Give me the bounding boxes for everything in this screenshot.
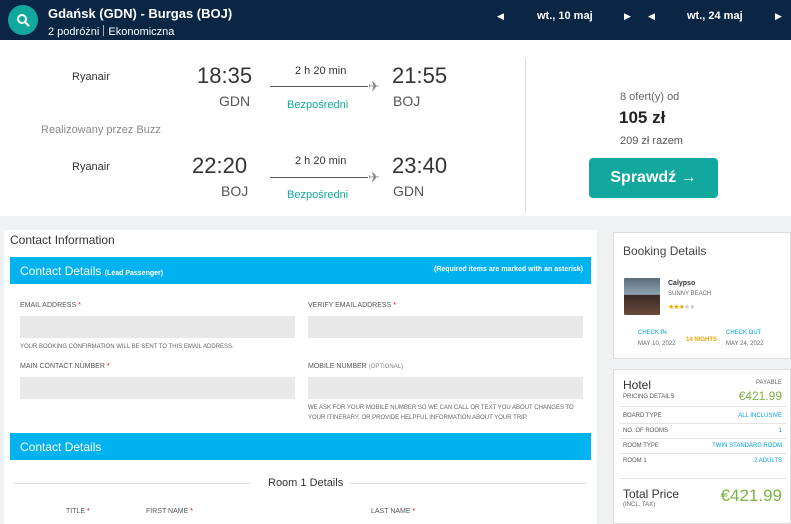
inbound-stops: Bezpośredni xyxy=(287,189,349,201)
contact-details-header: Contact Details (Lead Passenger) (Requir… xyxy=(10,257,591,284)
room-title: Room 1 Details xyxy=(268,477,344,489)
outbound-dep-code: GDN xyxy=(219,93,251,109)
booking-title: Booking Details xyxy=(623,244,707,258)
search-icon xyxy=(17,14,30,27)
row-label: ROOM 1 xyxy=(623,458,647,464)
inbound-dep-time: 22:20 xyxy=(192,153,248,178)
first-name-label: FIRST NAME * xyxy=(146,508,193,515)
hotel-name: Calypso xyxy=(668,280,696,287)
star-rating: ★★★★★ xyxy=(668,303,695,311)
email-field[interactable] xyxy=(20,316,295,338)
operated-by: Realizowany przez Buzz xyxy=(41,124,161,136)
check-out-label: CHECK OUT xyxy=(726,330,762,336)
hotel-image xyxy=(624,278,660,315)
inbound-dep-code: BOJ xyxy=(221,183,249,199)
mobile-help: WE ASK FOR YOUR MOBILE NUMBER SO WE CAN … xyxy=(308,405,574,421)
payable-label: PAYABLE xyxy=(755,380,782,386)
offer-price: 105 zł xyxy=(619,108,666,127)
email-label: EMAIL ADDRESS * xyxy=(20,302,81,309)
outbound-airline: Ryanair xyxy=(72,71,110,83)
search-summary-bar: Gdańsk (GDN) - Burgas (BOJ) 2 podróżni Ek… xyxy=(0,0,791,40)
nights-count: 14 NIGHTS xyxy=(686,337,718,343)
contact-details-header-2: Contact Details xyxy=(10,433,591,460)
total-price-value: €421.99 xyxy=(720,486,782,505)
outbound-dep-time: 18:35 xyxy=(197,63,253,88)
main-number-field[interactable] xyxy=(20,377,295,399)
required-note: (Required items are marked with an aster… xyxy=(434,266,583,273)
check-in-date: MAY 10, 2022 xyxy=(638,341,676,347)
pricing-details-label: PRICING DETAILS xyxy=(623,394,675,400)
inbound-arr-time: 23:40 xyxy=(392,153,448,178)
divider xyxy=(620,453,786,454)
inbound-duration: 2 h 20 min xyxy=(295,155,347,167)
search-details: 2 podróżni Ekonomiczna xyxy=(48,25,174,38)
row-label: NO. OF ROOMS xyxy=(623,428,668,434)
divider xyxy=(620,478,786,479)
depart-prev-arrow-icon[interactable]: ◀ xyxy=(497,11,504,22)
outbound-stops: Bezpośredni xyxy=(287,99,349,111)
hotel-location: SUNNY BEACH xyxy=(668,291,712,297)
inbound-arr-code: GDN xyxy=(393,183,425,199)
return-next-arrow-icon[interactable]: ▶ xyxy=(775,11,782,22)
pricing-panel: Hotel PAYABLE PRICING DETAILS €421.99 BO… xyxy=(613,369,791,524)
flight-result-card: Ryanair 18:35 GDN 2 h 20 min ✈ Bezpośred… xyxy=(0,40,791,216)
divider xyxy=(620,406,786,407)
row-label: ROOM TYPE xyxy=(623,443,659,449)
inbound-airline: Ryanair xyxy=(72,161,110,173)
row-value: TWIN STANDARD ROOM xyxy=(712,443,782,449)
check-in-label: CHECK IN xyxy=(638,330,667,336)
depart-date[interactable]: wt., 10 maj xyxy=(537,10,593,22)
outbound-arr-code: BOJ xyxy=(393,93,421,109)
divider xyxy=(350,483,586,484)
main-number-label: MAIN CONTACT NUMBER * xyxy=(20,363,110,370)
pricing-value: €421.99 xyxy=(738,389,782,403)
mobile-label: MOBILE NUMBER (OPTIONAL) xyxy=(308,363,404,370)
row-value: 1 xyxy=(778,428,782,434)
outbound-arr-time: 21:55 xyxy=(392,63,448,88)
section-subtitle: (Lead Passenger) xyxy=(104,270,164,277)
mobile-field[interactable] xyxy=(308,377,583,399)
last-name-label: LAST NAME * xyxy=(371,508,416,515)
offer-total: 209 zł razem xyxy=(620,135,683,147)
section-title-2: Contact Details xyxy=(20,440,102,454)
search-button[interactable] xyxy=(8,5,38,35)
contact-form: Contact Information Contact Details (Lea… xyxy=(4,230,597,524)
outbound-duration: 2 h 20 min xyxy=(295,65,347,77)
cabin-class: Ekonomiczna xyxy=(108,26,175,38)
check-out-date: MAY 24, 2022 xyxy=(726,341,764,347)
pricing-heading: Hotel xyxy=(623,378,652,392)
inbound-line xyxy=(270,177,368,178)
verify-email-field[interactable] xyxy=(308,316,583,338)
verify-email-label: VERIFY EMAIL ADDRESS * xyxy=(308,302,396,309)
route-title: Gdańsk (GDN) - Burgas (BOJ) xyxy=(48,6,233,21)
email-help: YOUR BOOKING CONFIRMATION WILL BE SENT T… xyxy=(20,344,234,350)
check-offer-button[interactable]: Sprawdź → xyxy=(589,158,718,198)
depart-next-arrow-icon[interactable]: ▶ xyxy=(624,11,631,22)
passenger-count: 2 podróżni xyxy=(48,26,100,38)
booking-details-panel: Booking Details Calypso SUNNY BEACH ★★★★… xyxy=(613,232,791,359)
divider xyxy=(525,58,526,213)
offers-count: 8 ofert(y) od xyxy=(620,91,680,103)
star-empty-icon: ★ xyxy=(689,304,695,311)
plane-icon: ✈ xyxy=(368,169,380,185)
row-value: ALL INCLUSIVE xyxy=(738,413,782,419)
total-price-sub: (INCL. TAX) xyxy=(623,502,656,508)
divider xyxy=(620,438,786,439)
return-date[interactable]: wt., 24 maj xyxy=(687,10,743,22)
total-price-label: Total Price xyxy=(623,487,680,501)
return-prev-arrow-icon[interactable]: ◀ xyxy=(648,11,655,22)
row-label: BOARD TYPE xyxy=(623,413,662,419)
plane-icon: ✈ xyxy=(368,78,380,94)
title-label: TITLE * xyxy=(66,508,90,515)
form-title: Contact Information xyxy=(10,233,115,247)
divider xyxy=(14,483,250,484)
outbound-line xyxy=(270,86,368,87)
row-value: 2 ADULTS xyxy=(754,458,782,464)
section-title: Contact Details xyxy=(20,264,102,278)
divider xyxy=(620,423,786,424)
